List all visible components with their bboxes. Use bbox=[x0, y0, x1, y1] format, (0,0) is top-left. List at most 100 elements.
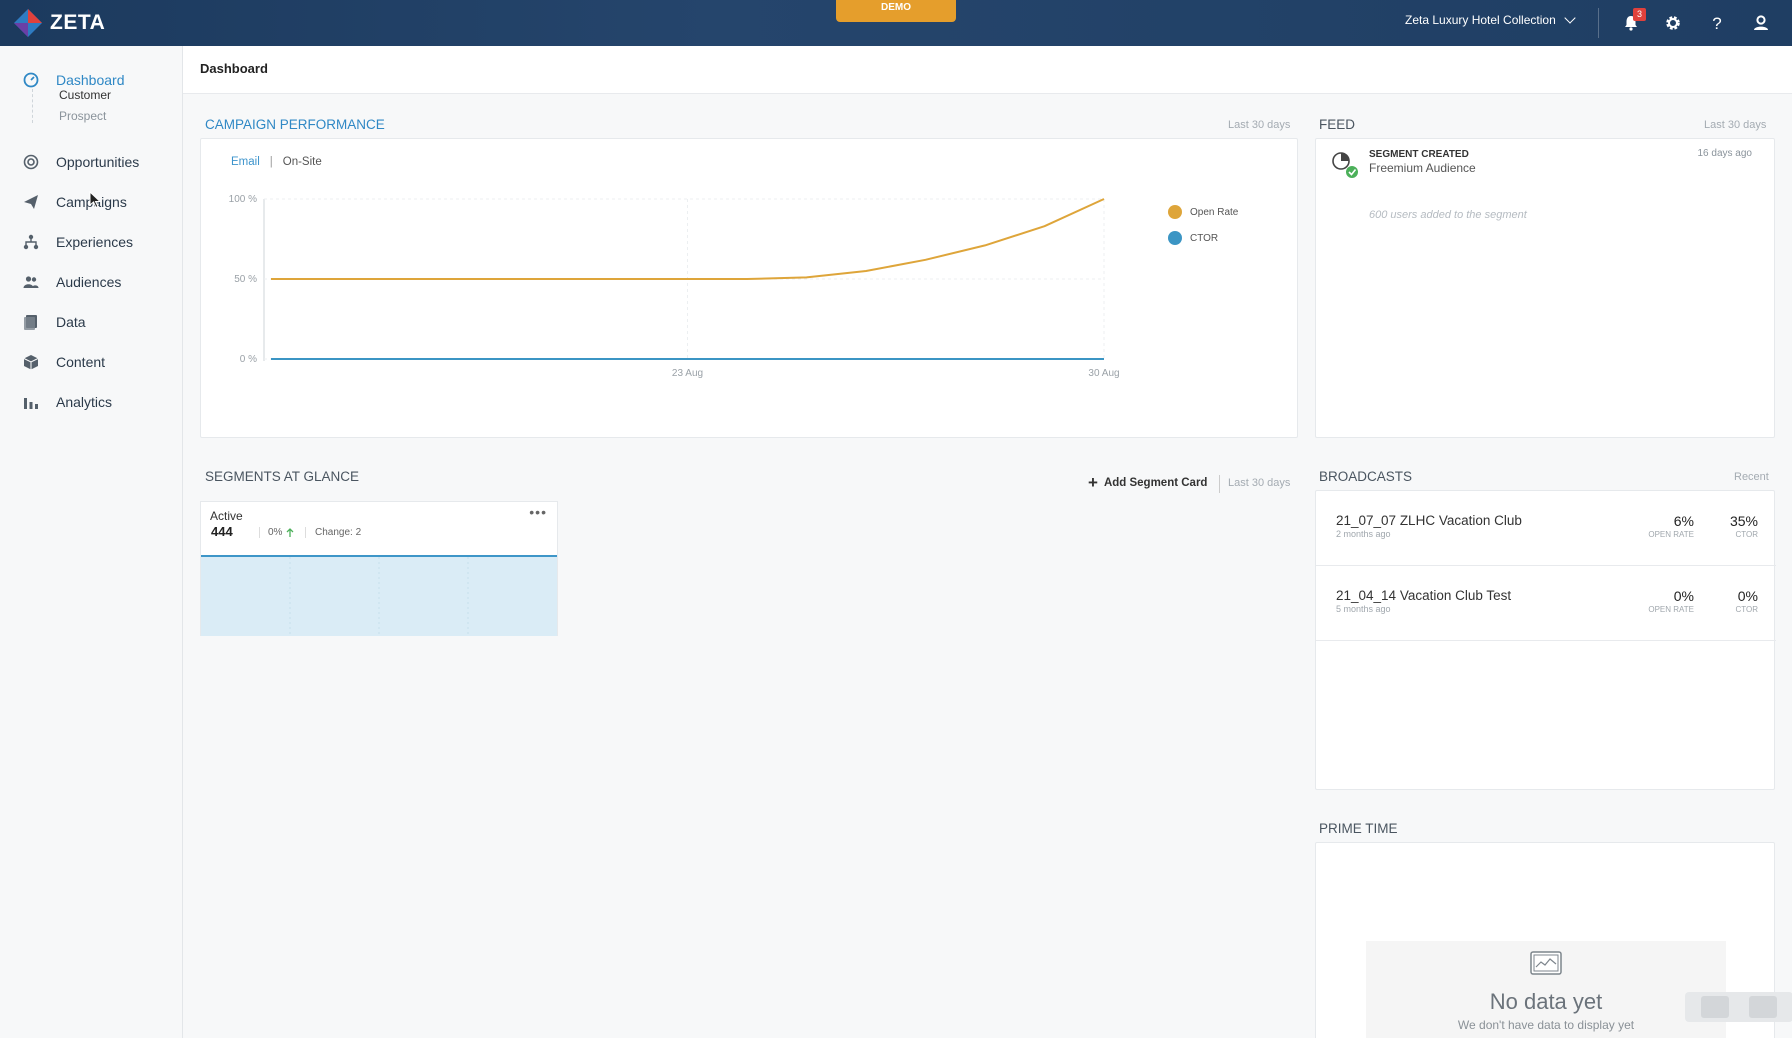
floating-controls bbox=[1685, 992, 1792, 1022]
database-icon bbox=[22, 313, 40, 331]
sidebar-subitem-prospect[interactable]: Prospect bbox=[59, 109, 106, 123]
page-header: Dashboard bbox=[183, 46, 1792, 94]
open-rate-label: OPEN RATE bbox=[1648, 605, 1694, 614]
y-tick-label: 0 % bbox=[240, 354, 257, 365]
feed-range: Last 30 days bbox=[1704, 119, 1767, 131]
sidebar-item-opportunities[interactable]: Opportunities bbox=[22, 151, 139, 173]
broadcast-ctor: 35% bbox=[1729, 513, 1758, 529]
broadcast-time: 5 months ago bbox=[1336, 604, 1391, 614]
arrow-up-icon bbox=[286, 527, 294, 537]
broadcast-name: 21_07_07 ZLHC Vacation Club bbox=[1336, 513, 1522, 528]
segment-sparkline-grid bbox=[289, 557, 469, 636]
sidebar-item-data[interactable]: Data bbox=[22, 311, 86, 333]
legend-swatch-open-rate bbox=[1168, 205, 1182, 219]
segment-card[interactable]: Active 444 0% Change: 2 ••• bbox=[200, 501, 558, 636]
svg-text:?: ? bbox=[1712, 14, 1721, 32]
broadcasts-title: BROADCASTS bbox=[1319, 469, 1413, 484]
add-segment-card-label: Add Segment Card bbox=[1103, 477, 1208, 489]
org-selector[interactable]: Zeta Luxury Hotel Collection bbox=[1405, 12, 1576, 27]
sidebar-item-analytics[interactable]: Analytics bbox=[22, 391, 112, 413]
segments-range: Last 30 days bbox=[1228, 477, 1291, 489]
segment-sparkline bbox=[201, 555, 557, 636]
org-name: Zeta Luxury Hotel Collection bbox=[1405, 13, 1556, 27]
feed-item-description: 600 users added to the segment bbox=[1369, 209, 1527, 221]
legend-swatch-ctor bbox=[1168, 231, 1182, 245]
sidebar-item-label: Content bbox=[56, 354, 106, 370]
flow-icon bbox=[22, 233, 40, 251]
sidebar-item-label: Opportunities bbox=[56, 154, 140, 170]
segment-created-icon bbox=[1332, 152, 1358, 178]
feed-title: FEED bbox=[1319, 117, 1356, 132]
dashboard-icon bbox=[22, 71, 40, 89]
segment-name: Active bbox=[210, 509, 243, 523]
page-title: Dashboard bbox=[200, 61, 268, 76]
broadcast-row[interactable]: 21_04_14 Vacation Club Test 5 months ago… bbox=[1316, 566, 1776, 641]
ctor-label: CTOR bbox=[1735, 605, 1758, 614]
help-icon[interactable]: ? bbox=[1705, 11, 1729, 35]
y-tick-label: 100 % bbox=[229, 194, 257, 205]
bell-icon[interactable]: 3 bbox=[1619, 8, 1646, 35]
segment-percent: 0% bbox=[259, 527, 294, 538]
chevron-down-icon bbox=[1564, 12, 1576, 24]
notification-count: 3 bbox=[1633, 8, 1646, 21]
broadcast-open-rate: 0% bbox=[1673, 588, 1694, 604]
pause-button[interactable] bbox=[1701, 996, 1729, 1018]
sidebar-item-content[interactable]: Content bbox=[22, 351, 105, 373]
campaign-performance-card: Email | On-Site 100 % 50 % 0 % 23 Aug 30 Aug… bbox=[200, 138, 1298, 438]
brand-name: ZETA bbox=[50, 11, 106, 34]
mouse-cursor-icon bbox=[89, 191, 101, 209]
y-tick-label: 50 % bbox=[234, 274, 257, 285]
sidebar: Dashboard Customer Prospect Opportunitie… bbox=[0, 46, 183, 1038]
paper-plane-icon bbox=[22, 193, 40, 211]
add-segment-card-button[interactable]: + Add Segment Card bbox=[1088, 473, 1208, 492]
sidebar-item-campaigns[interactable]: Campaigns bbox=[22, 191, 127, 213]
broadcast-row[interactable]: 21_07_07 ZLHC Vacation Club 2 months ago… bbox=[1316, 491, 1776, 566]
sidebar-item-experiences[interactable]: Experiences bbox=[22, 231, 133, 253]
plus-icon: + bbox=[1088, 473, 1098, 492]
sidebar-subitem-customer[interactable]: Customer bbox=[59, 88, 111, 102]
ctor-label: CTOR bbox=[1735, 530, 1758, 539]
segments-title: SEGMENTS AT GLANCE bbox=[205, 469, 360, 484]
zeta-logo[interactable]: ZETA bbox=[12, 6, 105, 40]
broadcast-time: 2 months ago bbox=[1336, 529, 1391, 539]
people-icon bbox=[22, 273, 40, 291]
sidebar-item-label: Experiences bbox=[56, 234, 134, 250]
more-menu-icon[interactable]: ••• bbox=[529, 504, 547, 520]
divider bbox=[1598, 8, 1599, 38]
broadcasts-card: 21_07_07 ZLHC Vacation Club 2 months ago… bbox=[1315, 490, 1776, 790]
legend-label-ctor: CTOR bbox=[1190, 232, 1219, 244]
target-icon bbox=[22, 153, 40, 171]
top-bar: ZETA DEMO Zeta Luxury Hotel Collection 3… bbox=[0, 0, 1792, 46]
sidebar-item-label: Dashboard bbox=[56, 72, 125, 88]
user-icon[interactable] bbox=[1749, 11, 1773, 35]
broadcast-name: 21_04_14 Vacation Club Test bbox=[1336, 588, 1512, 603]
feed-item-time: 16 days ago bbox=[1697, 148, 1753, 159]
sidebar-item-dashboard[interactable]: Dashboard bbox=[22, 69, 125, 91]
expand-button[interactable] bbox=[1749, 996, 1777, 1018]
prime-time-title: PRIME TIME bbox=[1319, 821, 1398, 836]
sidebar-item-label: Analytics bbox=[56, 394, 113, 410]
feed-item-name[interactable]: Freemium Audience bbox=[1369, 161, 1476, 175]
sidebar-item-audiences[interactable]: Audiences bbox=[22, 271, 121, 293]
feed-item-type: SEGMENT CREATED bbox=[1369, 149, 1469, 160]
legend-open-rate[interactable]: Open Rate bbox=[1168, 199, 1238, 225]
gear-icon[interactable] bbox=[1661, 11, 1685, 35]
demo-badge: DEMO bbox=[836, 0, 956, 22]
chart-placeholder-icon bbox=[1530, 951, 1562, 975]
legend-label-open-rate: Open Rate bbox=[1190, 206, 1239, 218]
sidebar-item-label: Audiences bbox=[56, 274, 122, 290]
submenu-line bbox=[32, 89, 33, 123]
cube-icon bbox=[22, 353, 40, 371]
segment-count: 444 bbox=[211, 524, 233, 539]
campaign-performance-title: CAMPAIGN PERFORMANCE bbox=[205, 117, 385, 132]
sidebar-item-label: Data bbox=[56, 314, 86, 330]
legend-ctor[interactable]: CTOR bbox=[1168, 225, 1238, 251]
broadcast-open-rate: 6% bbox=[1673, 513, 1694, 529]
campaign-performance-chart: 100 % 50 % 0 % 23 Aug 30 Aug bbox=[229, 194, 1120, 379]
x-tick-label: 30 Aug bbox=[1088, 368, 1119, 379]
campaign-performance-range: Last 30 days bbox=[1228, 119, 1291, 131]
feed-card: SEGMENT CREATED Freemium Audience 16 day… bbox=[1315, 138, 1775, 438]
open-rate-label: OPEN RATE bbox=[1648, 530, 1694, 539]
divider bbox=[1219, 475, 1220, 493]
segment-change: Change: 2 bbox=[305, 527, 361, 538]
